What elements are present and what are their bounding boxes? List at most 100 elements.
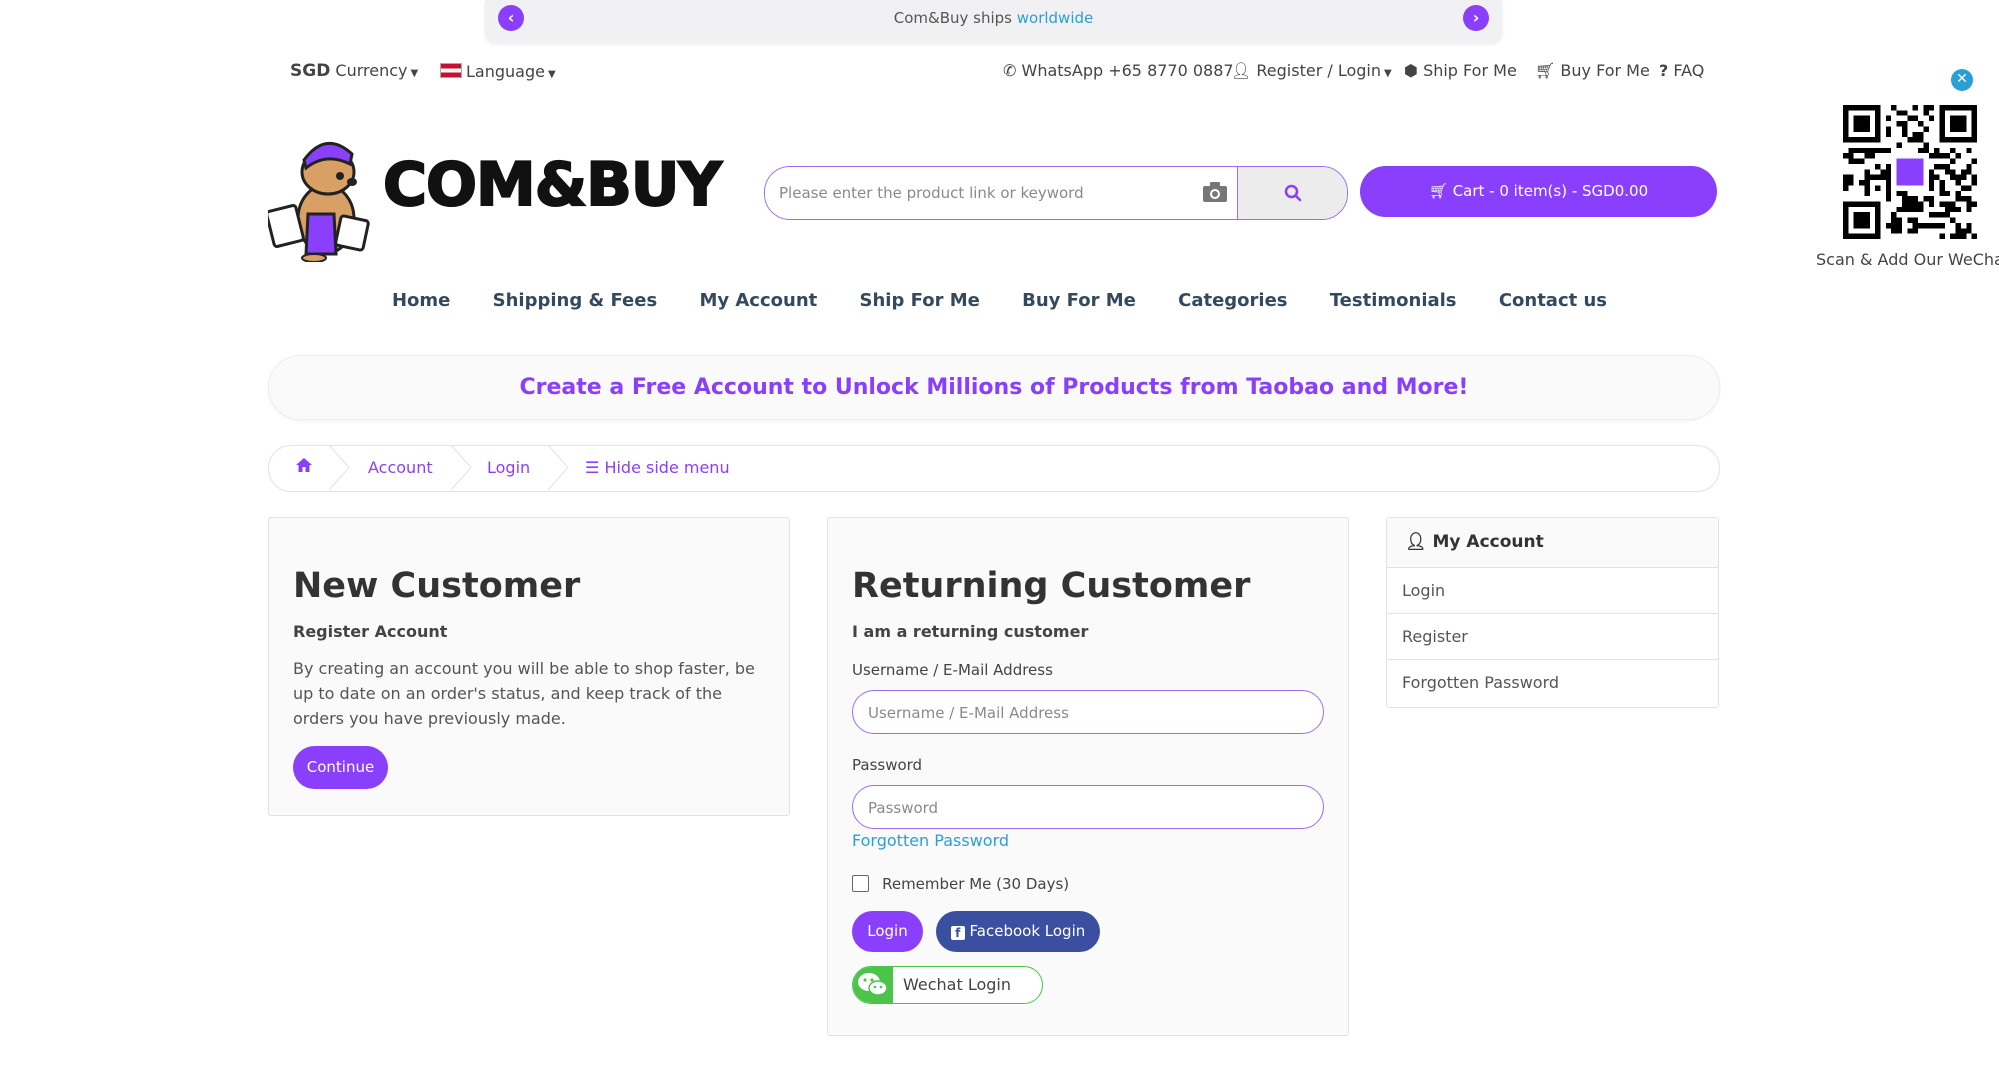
- breadcrumb-login[interactable]: Login: [487, 458, 530, 477]
- password-label: Password: [852, 756, 923, 774]
- qr-module: [1971, 158, 1977, 164]
- home-icon[interactable]: [295, 457, 313, 477]
- brand-logo-text[interactable]: COM&BUY: [382, 149, 723, 221]
- language-selector[interactable]: Language ▼: [440, 62, 556, 81]
- kangaroo-mascot-logo[interactable]: [265, 124, 378, 263]
- account-menu-forgotten-password[interactable]: Forgotten Password: [1387, 660, 1718, 705]
- qr-module: [1966, 201, 1972, 207]
- close-icon[interactable]: ✕: [1951, 69, 1973, 91]
- announcement-text: Com&Buy ships worldwide: [485, 9, 1502, 27]
- facebook-login-label: Facebook Login: [969, 922, 1086, 940]
- wechat-login-button[interactable]: Wechat Login: [852, 966, 1043, 1004]
- remember-me-label: Remember Me (30 Days): [882, 875, 1070, 893]
- nav-testimonials[interactable]: Testimonials: [1330, 290, 1457, 311]
- register-description: By creating an account you will be able …: [293, 659, 755, 728]
- qr-module: [1907, 217, 1913, 223]
- announcement-highlight[interactable]: worldwide: [1017, 9, 1094, 27]
- nav-contact-us[interactable]: Contact us: [1499, 290, 1607, 311]
- qr-module: [1901, 190, 1908, 197]
- login-button[interactable]: Login: [852, 911, 923, 952]
- qr-module: [1848, 153, 1854, 159]
- search-input[interactable]: [765, 167, 1201, 219]
- register-login-dropdown[interactable]: 👤︎ Register / Login ▼: [1231, 61, 1392, 80]
- qr-module: [1939, 201, 1945, 207]
- qr-module: [1896, 222, 1902, 229]
- faq-link[interactable]: ? FAQ: [1659, 61, 1704, 80]
- qr-module: [1869, 153, 1876, 159]
- password-field-wrap: [852, 785, 1324, 830]
- promo-banner[interactable]: Create a Free Account to Unlock Millions…: [268, 355, 1720, 420]
- nav-my-account[interactable]: My Account: [699, 290, 817, 311]
- account-menu-login[interactable]: Login: [1387, 568, 1718, 614]
- wechat-icon: [853, 967, 893, 1003]
- next-announcement-button[interactable]: ›: [1463, 5, 1489, 31]
- account-menu-title-wrap: 👤︎ My Account: [1405, 532, 1544, 552]
- qr-module: [1885, 174, 1892, 181]
- currency-selector[interactable]: SGD Currency ▼: [290, 61, 418, 81]
- qr-module: [1880, 147, 1886, 154]
- currency-code: SGD: [290, 61, 331, 81]
- nav-ship-for-me[interactable]: Ship For Me: [860, 290, 980, 311]
- forgotten-password-link[interactable]: Forgotten Password: [852, 831, 1009, 850]
- qr-module: [1901, 121, 1908, 127]
- hide-side-menu-text: Hide side menu: [604, 458, 730, 477]
- qr-module: [1928, 153, 1935, 159]
- currency-label: Currency: [335, 61, 408, 80]
- phone-icon: ✆: [1003, 61, 1017, 80]
- whatsapp-link[interactable]: ✆ WhatsApp +65 8770 0887: [1003, 61, 1234, 80]
- qr-module: [1901, 206, 1908, 213]
- nav-shipping-fees[interactable]: Shipping & Fees: [493, 290, 658, 311]
- qr-module: [1907, 137, 1913, 143]
- qr-module: [1896, 121, 1902, 127]
- nav-buy-for-me[interactable]: Buy For Me: [1022, 290, 1136, 311]
- qr-module: [1891, 217, 1897, 223]
- remember-me-checkbox[interactable]: [852, 875, 869, 892]
- qr-caption: Scan & Add Our WeCha: [1816, 250, 1999, 269]
- qr-module: [1923, 147, 1929, 154]
- qr-module: [1928, 201, 1935, 207]
- qr-module: [1955, 153, 1961, 159]
- qr-module: [1896, 190, 1902, 197]
- hide-side-menu-button[interactable]: ☰ Hide side menu: [585, 458, 730, 477]
- qr-module: [1864, 153, 1870, 159]
- qr-module: [1859, 158, 1865, 164]
- qr-module: [1955, 228, 1961, 234]
- qr-module: [1966, 185, 1972, 191]
- qr-module: [1950, 201, 1956, 207]
- qr-module: [1885, 163, 1892, 170]
- username-input[interactable]: [853, 691, 1293, 735]
- qr-module: [1885, 222, 1892, 229]
- qr-module: [1918, 147, 1924, 154]
- remember-me-row: Remember Me (30 Days): [852, 874, 1069, 893]
- cart-button[interactable]: 🛒︎ Cart - 0 item(s) - SGD0.00: [1360, 166, 1717, 217]
- qr-module: [1923, 142, 1929, 148]
- qr-module: [1934, 222, 1940, 229]
- qr-module: [1966, 169, 1972, 175]
- continue-button[interactable]: Continue: [293, 746, 388, 789]
- qr-module: [1955, 196, 1961, 202]
- qr-module: [1918, 222, 1924, 229]
- qr-module: [1885, 131, 1892, 138]
- account-menu-register[interactable]: Register: [1387, 614, 1718, 660]
- qr-module: [1891, 212, 1897, 218]
- buy-for-me-link[interactable]: 🛒︎ Buy For Me: [1535, 61, 1650, 80]
- user-icon: 👤︎: [1231, 61, 1252, 80]
- search-button[interactable]: [1237, 167, 1347, 219]
- facebook-login-button[interactable]: f Facebook Login: [936, 911, 1100, 952]
- qr-module: [1939, 212, 1945, 218]
- qr-module: [1960, 233, 1967, 239]
- wechat-login-label: Wechat Login: [903, 975, 1011, 994]
- qr-module: [1950, 169, 1956, 175]
- nav-home[interactable]: Home: [392, 290, 450, 311]
- qr-module: [1864, 185, 1870, 191]
- qr-module: [1950, 147, 1956, 154]
- breadcrumb-account[interactable]: Account: [368, 458, 433, 477]
- nav-categories[interactable]: Categories: [1178, 290, 1287, 311]
- qr-module: [1853, 147, 1860, 154]
- qr-module: [1901, 131, 1908, 138]
- ship-for-me-link[interactable]: ⬢ Ship For Me: [1404, 61, 1517, 80]
- camera-icon[interactable]: [1202, 181, 1228, 203]
- qr-module: [1885, 115, 1892, 122]
- qr-module: [1896, 142, 1902, 148]
- password-input[interactable]: [853, 786, 1293, 830]
